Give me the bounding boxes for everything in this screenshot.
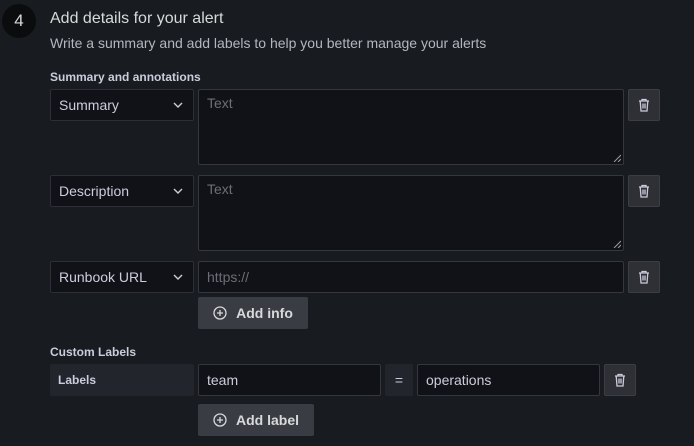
delete-annotation-button-description[interactable] — [628, 175, 660, 207]
step-subtitle: Write a summary and add labels to help y… — [50, 35, 487, 51]
chevron-down-icon — [173, 186, 183, 196]
labels-tag: Labels — [50, 364, 194, 396]
delete-annotation-button-summary[interactable] — [628, 89, 660, 121]
label-key-value: team — [207, 372, 239, 388]
chevron-down-icon — [173, 272, 183, 282]
annotation-key-value: Description — [59, 183, 130, 199]
resize-handle-icon[interactable] — [613, 154, 621, 162]
delete-annotation-button-runbook[interactable] — [628, 261, 660, 293]
step-number-badge: 4 — [2, 4, 36, 38]
annotation-key-value: Runbook URL — [59, 269, 147, 285]
annotation-key-select-runbook[interactable]: Runbook URL — [50, 261, 194, 293]
summary-annotations-label: Summary and annotations — [50, 70, 201, 84]
annotation-key-value: Summary — [59, 97, 119, 113]
annotation-value-textarea-description[interactable]: Text — [198, 175, 624, 251]
label-key-input[interactable]: team — [198, 364, 381, 396]
annotation-key-select-summary[interactable]: Summary — [50, 89, 194, 121]
label-value-input[interactable]: operations — [417, 364, 600, 396]
textarea-placeholder: Text — [207, 181, 233, 197]
trash-icon — [639, 184, 649, 198]
resize-handle-icon[interactable] — [613, 240, 621, 248]
annotation-key-select-description[interactable]: Description — [50, 175, 194, 207]
trash-icon — [615, 373, 625, 387]
plus-circle-icon — [213, 413, 227, 427]
add-label-button[interactable]: Add label — [198, 404, 314, 436]
add-info-button[interactable]: Add info — [198, 297, 308, 329]
plus-circle-icon — [213, 306, 227, 320]
add-info-label: Add info — [236, 305, 293, 321]
annotation-value-input-runbook[interactable]: https:// — [198, 261, 624, 293]
labels-tag-text: Labels — [58, 373, 97, 387]
add-label-text: Add label — [235, 412, 299, 428]
step-title: Add details for your alert — [50, 10, 224, 27]
input-placeholder: https:// — [207, 269, 250, 285]
label-operator-text: = — [394, 372, 404, 388]
textarea-placeholder: Text — [207, 95, 233, 111]
delete-label-button[interactable] — [604, 364, 636, 396]
annotation-value-textarea-summary[interactable]: Text — [198, 89, 624, 165]
custom-labels-label: Custom Labels — [50, 345, 137, 359]
label-value-text: operations — [426, 372, 492, 388]
trash-icon — [639, 270, 649, 284]
chevron-down-icon — [173, 100, 183, 110]
label-operator: = — [385, 364, 413, 396]
trash-icon — [639, 98, 649, 112]
